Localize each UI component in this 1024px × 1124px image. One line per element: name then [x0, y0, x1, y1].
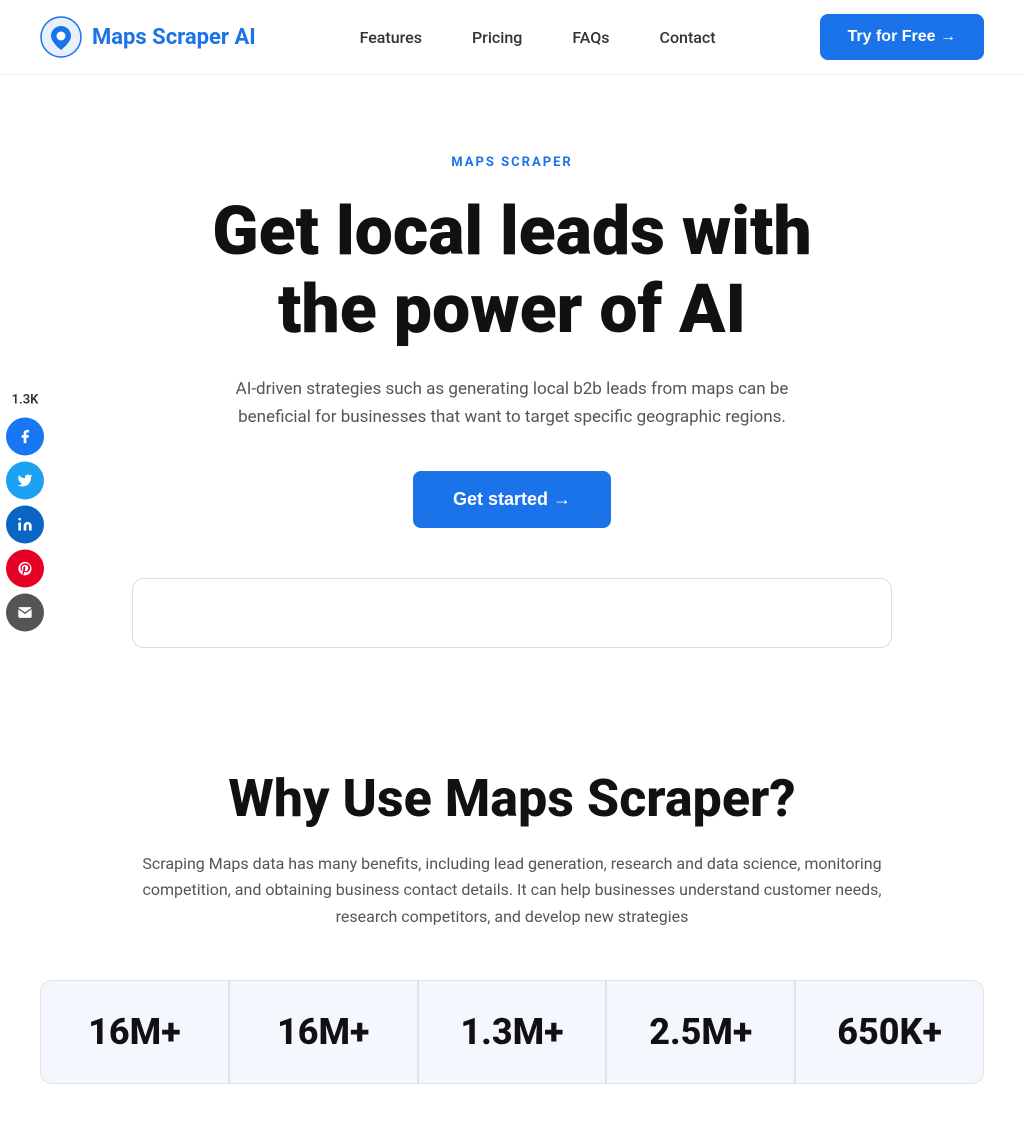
linkedin-share-button[interactable]: [6, 506, 44, 544]
social-sidebar: 1.3K: [0, 383, 50, 642]
nav-links: Features Pricing FAQs Contact: [360, 28, 716, 47]
stat-card-0: 16M+: [40, 980, 229, 1084]
stat-card-3: 2.5M+: [606, 980, 795, 1084]
stat-value-2: 1.3M+: [460, 1011, 563, 1053]
social-count: 1.3K: [12, 393, 39, 408]
twitter-share-button[interactable]: [6, 462, 44, 500]
linkedin-icon: [17, 517, 33, 533]
why-title: Why Use Maps Scraper?: [40, 768, 984, 829]
nav-contact[interactable]: Contact: [660, 28, 716, 47]
nav-features[interactable]: Features: [360, 28, 422, 47]
stat-value-4: 650K+: [837, 1011, 942, 1053]
hero-title-line1: Get local leads with: [212, 191, 811, 271]
stat-card-4: 650K+: [795, 980, 984, 1084]
hero-title-line2: the power of AI: [278, 269, 746, 349]
hero-label: MAPS SCRAPER: [102, 155, 922, 170]
get-started-button[interactable]: Get started →: [413, 471, 611, 528]
email-icon: [17, 605, 33, 621]
hero-title: Get local leads with the power of AI: [102, 192, 922, 348]
why-subtitle: Scraping Maps data has many benefits, in…: [142, 851, 882, 930]
why-section: Why Use Maps Scraper? Scraping Maps data…: [0, 688, 1024, 1124]
hero-image: [132, 578, 892, 648]
facebook-share-button[interactable]: [6, 418, 44, 456]
stat-value-3: 2.5M+: [649, 1011, 752, 1053]
stat-card-2: 1.3M+: [418, 980, 607, 1084]
pinterest-icon: [17, 561, 33, 577]
hero-section: MAPS SCRAPER Get local leads with the po…: [82, 75, 942, 688]
email-share-button[interactable]: [6, 594, 44, 632]
logo-text: Maps Scraper AI: [92, 25, 256, 50]
navbar: Maps Scraper AI Features Pricing FAQs Co…: [0, 0, 1024, 75]
facebook-icon: [17, 429, 33, 445]
hero-subtitle: AI-driven strategies such as generating …: [202, 376, 822, 430]
stat-card-1: 16M+: [229, 980, 418, 1084]
stats-row: 16M+ 16M+ 1.3M+ 2.5M+ 650K+: [40, 980, 984, 1084]
nav-faqs[interactable]: FAQs: [572, 28, 609, 47]
pinterest-share-button[interactable]: [6, 550, 44, 588]
stat-value-0: 16M+: [88, 1011, 180, 1053]
logo-link[interactable]: Maps Scraper AI: [40, 16, 256, 58]
stat-value-1: 16M+: [277, 1011, 369, 1053]
try-free-button[interactable]: Try for Free →: [820, 14, 984, 60]
logo-icon: [40, 16, 82, 58]
twitter-icon: [17, 473, 33, 489]
nav-pricing[interactable]: Pricing: [472, 28, 522, 47]
